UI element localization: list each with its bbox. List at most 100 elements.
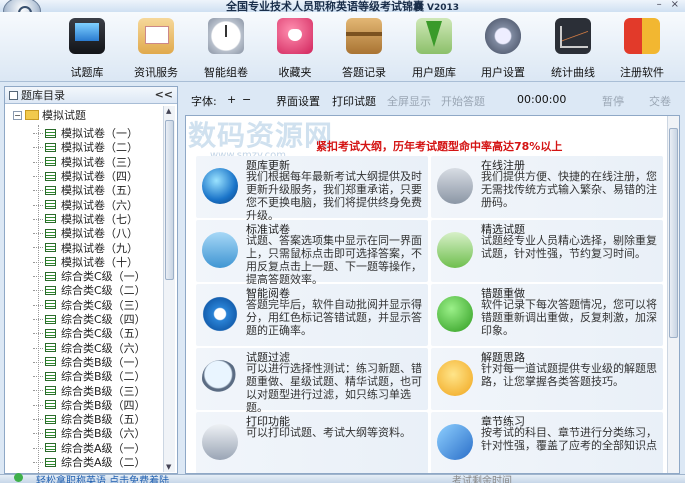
close-button[interactable]: ×	[671, 0, 679, 10]
tree-connector	[33, 161, 43, 163]
feature-description: 可以进行选择性测试：练习新题、错题重做、星级试题、精华试题，也可以对题型进行过滤…	[246, 362, 422, 414]
tree-item[interactable]: 综合类B级（三）	[33, 383, 146, 398]
status-bar: 轻松拿职称英语 点击免费着陆 考试剩余时间	[0, 472, 685, 483]
tree-item[interactable]: 模拟试卷（六）	[33, 198, 138, 212]
cog-icon	[202, 296, 238, 332]
tree-connector	[33, 290, 43, 292]
document-icon	[45, 214, 56, 224]
tree-item-label: 综合类A级（二）	[61, 456, 146, 470]
toolbar-button-user-settings[interactable]: 用户设置	[473, 18, 533, 80]
tree-connector	[33, 190, 43, 192]
tree-item[interactable]: 模拟试卷（三）	[33, 155, 138, 169]
start-answer-button[interactable]: 开始答题	[441, 93, 485, 109]
tree-item[interactable]: 模拟试卷（九）	[33, 240, 138, 255]
scroll-down-icon[interactable]: ▼	[166, 463, 171, 471]
heart-icon	[277, 18, 313, 54]
tree-connector	[33, 318, 43, 320]
scroll-up-icon[interactable]: ▲	[166, 107, 171, 115]
minimize-button[interactable]: –	[657, 0, 662, 10]
scrollbar-thumb[interactable]	[165, 120, 174, 280]
sidebar-collapse-button[interactable]: <<	[155, 88, 173, 101]
tree-item[interactable]: 综合类C级（五）	[33, 326, 146, 340]
toolbar-label: 智能组卷	[204, 66, 248, 79]
toolbar-label: 统计曲线	[551, 66, 595, 79]
status-link[interactable]: 轻松拿职称英语 点击免费着陆	[36, 472, 169, 483]
toolbar-button-smart-paper[interactable]: 智能组卷	[196, 18, 256, 80]
tree-item[interactable]: 综合类C级（四）	[33, 312, 146, 326]
tree-item[interactable]: 模拟试卷（五）	[33, 183, 138, 197]
watermark: 数码资源网	[188, 119, 334, 152]
gear-icon	[485, 18, 521, 54]
tree-connector	[33, 390, 43, 392]
tree-item[interactable]: 综合类B级（五）	[33, 412, 146, 426]
main-panel: 字体: + − 界面设置 打印试题 全屏显示 开始答题 00:00:00 暂停 …	[183, 86, 682, 474]
tree-item[interactable]: 综合类C级（一）	[33, 269, 146, 283]
submit-button[interactable]: 交卷	[649, 93, 671, 109]
tree-item[interactable]: 模拟试卷（八）	[33, 226, 138, 240]
toolbar-button-question-bank[interactable]: 试题库	[57, 18, 117, 80]
tree-item[interactable]: 综合类A级（一）	[33, 441, 146, 455]
toolbar-label: 注册软件	[620, 66, 664, 79]
sidebar-scrollbar[interactable]: ▲ ▼	[163, 106, 175, 472]
feature-card: 精选试题 试题经专业人员精心选择，剔除重复试题，针对性强，节约复习时间。	[431, 220, 663, 282]
ui-settings-button[interactable]: 界面设置	[276, 93, 320, 109]
toolbar-button-favorites[interactable]: 收藏夹	[265, 18, 325, 80]
tree-root[interactable]: − 模拟试题	[13, 107, 86, 123]
status-icon	[14, 473, 23, 482]
tree-connector	[33, 233, 43, 235]
sidebar-title: 题库目录	[21, 89, 65, 102]
tree-item[interactable]: 模拟试卷（一）	[33, 126, 138, 140]
toolbar-button-user-bank[interactable]: 用户题库	[404, 18, 464, 80]
download-icon	[416, 18, 452, 54]
tree-connector	[33, 218, 43, 220]
tree-item[interactable]: 模拟试卷（二）	[33, 140, 138, 154]
tree-item[interactable]: 综合类B级（一）	[33, 355, 146, 369]
chat-icon	[202, 232, 238, 268]
toolbar-button-answer-records[interactable]: 答题记录	[334, 18, 394, 80]
feature-card: 智能阅卷 答题完毕后，软件自动批阅并显示得分，用红色标记答错试题，并显示答题的正确…	[196, 284, 428, 346]
font-decrease-button[interactable]: −	[242, 93, 251, 106]
fullscreen-button[interactable]: 全屏显示	[387, 93, 431, 109]
tree-item[interactable]: 综合类B级（二）	[33, 369, 146, 383]
tree-connector	[33, 433, 43, 435]
document-icon	[45, 285, 56, 295]
tree-item[interactable]: 模拟试卷（十）	[33, 255, 138, 269]
feature-card: 解题思路 针对每一道试题提供专业级的解题思路，让您掌握各类答题技巧。	[431, 348, 663, 410]
feature-description: 按考试的科目、章节进行分类练习，针对性强，覆盖了应考的全部知识点	[481, 426, 657, 452]
toolbar-button-register[interactable]: 注册软件	[612, 18, 672, 80]
tree-item[interactable]: 综合类B级（六）	[33, 426, 146, 440]
shield-icon	[624, 18, 660, 54]
document-icon	[45, 128, 56, 138]
content-scrollbar[interactable]	[667, 116, 679, 473]
tree-item[interactable]: 模拟试卷（七）	[33, 212, 138, 226]
globe-icon	[202, 168, 238, 204]
chart-icon	[555, 18, 591, 54]
tree-item[interactable]: 综合类A级（二）	[33, 455, 146, 470]
tree-connector	[33, 461, 43, 463]
status-remaining-time: 考试剩余时间	[452, 476, 512, 483]
print-exam-button[interactable]: 打印试题	[332, 93, 376, 109]
document-icon	[45, 142, 56, 152]
tree-connector	[33, 376, 43, 378]
document-icon	[45, 271, 56, 281]
document-icon	[45, 243, 56, 253]
toolbar-button-news[interactable]: 资讯服务	[126, 18, 186, 80]
tree-item[interactable]: 综合类C级（三）	[33, 298, 146, 312]
tree-item[interactable]: 模拟试卷（四）	[33, 169, 138, 183]
collapse-icon[interactable]: −	[13, 110, 22, 120]
promo-banner: 紧扣考试大纲，历年考试题型命中率高达78%以上	[316, 140, 563, 153]
font-increase-button[interactable]: +	[227, 93, 236, 106]
tree-item[interactable]: 综合类C级（二）	[33, 283, 146, 297]
document-icon	[45, 343, 56, 353]
tree-item[interactable]: 综合类C级（六）	[33, 341, 146, 355]
tree-connector	[33, 261, 43, 263]
tree-item[interactable]: 综合类B级（四）	[33, 398, 146, 412]
document-icon	[45, 171, 56, 181]
pause-button[interactable]: 暂停	[602, 93, 624, 109]
tree-connector	[33, 361, 43, 363]
scrollbar-thumb[interactable]	[669, 128, 678, 338]
feature-card: 在线注册 我们提供方便、快捷的在线注册，您无需找传统方式输入繁杂、易错的注册码。	[431, 156, 663, 218]
toolbar-button-statistics[interactable]: 统计曲线	[543, 18, 603, 80]
feature-description: 试题经专业人员精心选择，剔除重复试题，针对性强，节约复习时间。	[481, 234, 657, 260]
feature-card: 试题过滤 可以进行选择性测试：练习新题、错题重做、星级试题、精华试题，也可以对题型…	[196, 348, 428, 414]
